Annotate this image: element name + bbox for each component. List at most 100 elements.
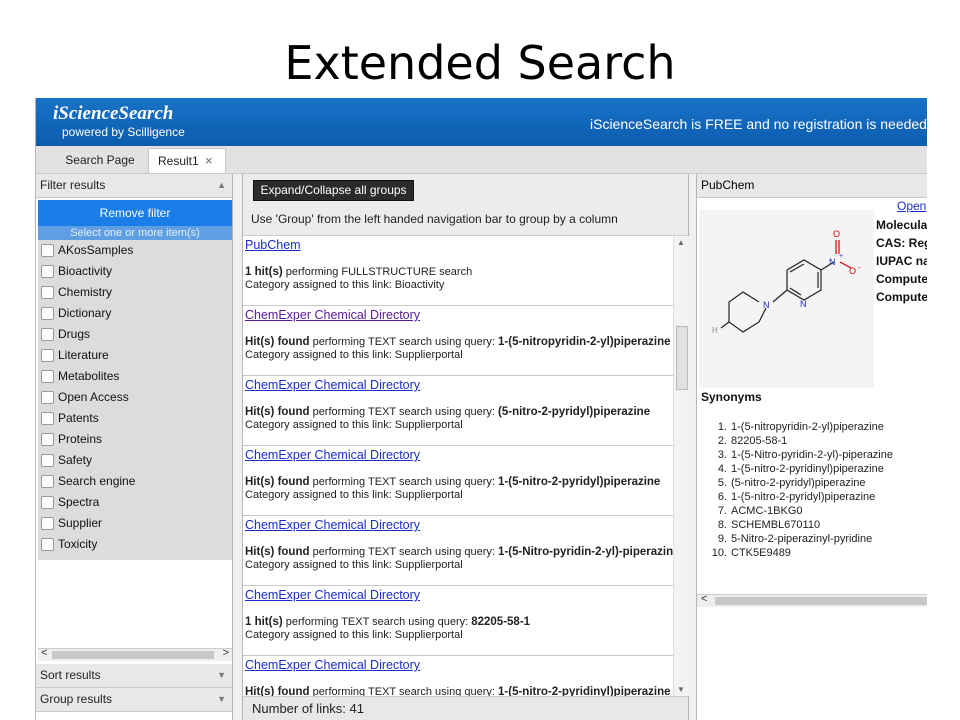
filter-checkbox[interactable] [41,349,54,362]
filter-item[interactable]: Patents [38,408,232,429]
filter-checkbox[interactable] [41,286,54,299]
synonym-number: 8. [717,519,727,531]
filter-item-label: Patents [58,411,99,425]
filter-checkbox[interactable] [41,265,54,278]
atom-plus-charge: + [839,253,843,260]
filter-checkbox[interactable] [41,412,54,425]
filter-item[interactable]: AKosSamples [38,240,232,261]
synonym-text: ACMC-1BKG0 [731,505,803,517]
filter-item[interactable]: Spectra [38,492,232,513]
scrollbar-thumb[interactable] [676,326,688,390]
synonym-number: 6. [717,491,727,503]
result-query: 82205-58-1 [471,616,531,628]
synonym-item: 8. SCHEMBL670110 [701,518,893,532]
result-category: Category assigned to this link: Supplier… [245,419,463,431]
filter-checkbox[interactable] [41,496,54,509]
scroll-down-icon[interactable]: ▼ [677,685,685,694]
filter-checkbox[interactable] [41,475,54,488]
filter-item[interactable]: Toxicity [38,534,232,555]
result-hit-line: 1 hit(s) performing TEXT search using qu… [245,616,530,628]
filter-checkbox[interactable] [41,433,54,446]
filter-item[interactable]: Chemistry [38,282,232,303]
filter-item[interactable]: Supplier [38,513,232,534]
detail-header-label: PubChem [701,178,755,192]
close-icon[interactable]: × [205,149,213,173]
remove-filter-button[interactable]: Remove filter [38,200,232,226]
expand-collapse-button[interactable]: Expand/Collapse all groups [253,180,414,201]
filter-checkbox[interactable] [41,307,54,320]
results-footer: Number of links: 41 [243,696,688,720]
result-link[interactable]: ChemExper Chemical Directory [245,378,420,392]
result-hit-text: performing TEXT search using query: [309,476,499,488]
result-link[interactable]: ChemExper Chemical Directory [245,588,420,602]
result-hit-text: performing TEXT search using query: [309,406,499,418]
result-link[interactable]: ChemExper Chemical Directory [245,448,420,462]
scrollbar-thumb[interactable] [715,597,927,605]
scroll-left-icon[interactable]: < [41,647,47,659]
detail-horizontal-scrollbar[interactable]: < [697,593,927,607]
synonym-number: 3. [717,449,727,461]
tab-result1-label: Result1 [158,154,199,168]
filter-checkbox[interactable] [41,244,54,257]
filter-item-label: Spectra [58,495,100,509]
filter-item[interactable]: Search engine [38,471,232,492]
synonym-number: 10. [711,547,727,559]
scroll-left-icon[interactable]: < [701,593,707,605]
filter-item-label: Supplier [58,516,103,530]
left-horizontal-scrollbar[interactable]: < > [38,647,232,661]
property-label: IUPAC na [876,254,927,268]
scrollbar-thumb[interactable] [52,651,214,659]
filter-item[interactable]: Safety [38,450,232,471]
result-link[interactable]: PubChem [245,238,301,252]
app-header: iScienceSearch powered by Scilligence iS… [36,98,927,146]
filter-item[interactable]: Dictionary [38,303,232,324]
atom-n-plus: N [829,257,836,267]
filter-checkbox[interactable] [41,328,54,341]
result-link[interactable]: ChemExper Chemical Directory [245,308,420,322]
logo-name[interactable]: iScienceSearch [53,103,173,125]
result-query: 1-(5-Nitro-pyridin-2-yl)-piperazine [498,546,673,558]
property-label: CAS: Reg [876,236,927,250]
filter-item[interactable]: Open Access [38,387,232,408]
synonym-item: 2. 82205-58-1 [701,434,893,448]
synonyms-list: 1. 1-(5-nitropyridin-2-yl)piperazine 2. 822… [701,420,893,560]
open-link[interactable]: Open [897,199,926,213]
atom-o-minus: O [849,266,856,276]
result-hit-line: Hit(s) found performing TEXT search usin… [245,476,660,488]
filter-checkbox[interactable] [41,454,54,467]
synonyms-title: Synonyms [701,390,762,404]
filter-checkbox[interactable] [41,517,54,530]
filter-item-label: Dictionary [58,306,112,320]
result-card: ChemExper Chemical Directory Hit(s) found… [243,516,673,586]
filter-item[interactable]: Drugs [38,324,232,345]
tab-result1[interactable]: Result1 × [148,148,226,173]
results-vertical-scrollbar[interactable]: ▲ ▼ [673,236,689,696]
filter-item-label: Literature [58,348,109,362]
filter-checkbox[interactable] [41,391,54,404]
group-results-header[interactable]: Group results ▼ [36,688,232,712]
filter-item-label: Toxicity [58,537,98,551]
result-hit-count: 1 hit(s) [245,616,283,628]
tab-search-page[interactable]: Search Page [54,148,146,172]
filter-item[interactable]: Proteins [38,429,232,450]
logo-subtitle: powered by Scilligence [62,125,185,139]
slide-title: Extended Search [284,36,676,90]
filter-checkbox[interactable] [41,538,54,551]
filter-item[interactable]: Metabolites [38,366,232,387]
atom-h: H [712,326,718,335]
filter-item[interactable]: Bioactivity [38,261,232,282]
result-card: ChemExper Chemical Directory 1 hit(s) per… [243,586,673,656]
filter-results-header[interactable]: Filter results ▲ [36,174,232,198]
filter-item-label: Safety [58,453,93,467]
filter-item[interactable]: Literature [38,345,232,366]
filter-item-label: AKosSamples [58,243,134,257]
property-label: Compute [876,272,927,286]
result-link[interactable]: ChemExper Chemical Directory [245,518,420,532]
scroll-up-icon[interactable]: ▲ [677,238,685,247]
result-link[interactable]: ChemExper Chemical Directory [245,658,420,672]
sort-results-header[interactable]: Sort results ▼ [36,664,232,688]
filter-item-label: Bioactivity [58,264,113,278]
filter-checkbox[interactable] [41,370,54,383]
synonym-number: 2. [717,435,727,447]
scroll-right-icon[interactable]: > [223,647,229,659]
